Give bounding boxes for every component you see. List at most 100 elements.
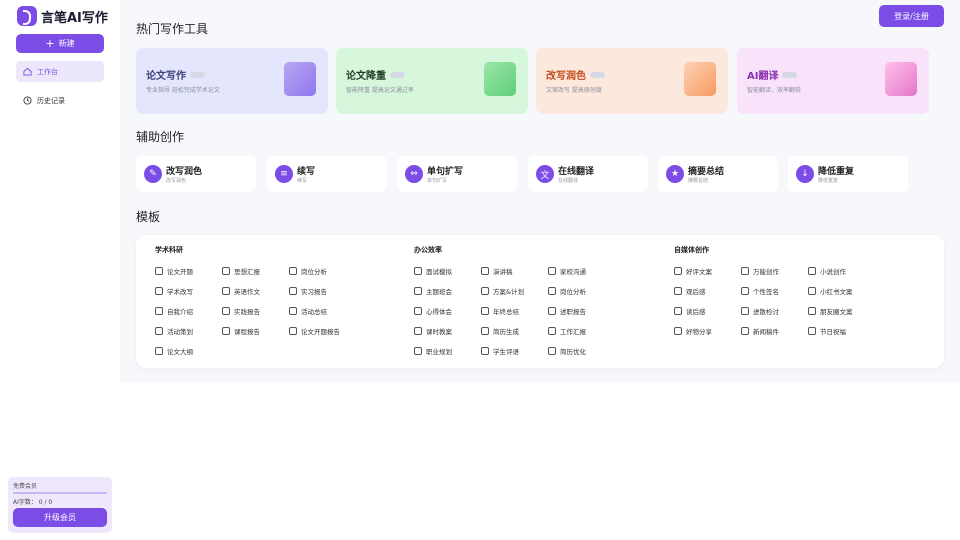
template-item[interactable]: 职业规划 <box>414 345 481 356</box>
template-doc-icon <box>808 266 816 275</box>
template-item[interactable]: 演讲稿 <box>481 265 548 276</box>
sidebar-item-workspace[interactable]: 工作台 <box>16 61 104 82</box>
template-item[interactable]: 自我介绍 <box>155 305 222 316</box>
template-group-media: 自媒体创作 好评文案 万能创作 小说创作 观后感 个性签名 小红书文案 读后感 进散检讨 朋友圈… <box>674 245 875 336</box>
sidebar-item-history[interactable]: 历史记录 <box>16 90 104 111</box>
clock-icon <box>23 96 32 105</box>
template-item[interactable]: 岗位分析 <box>289 265 356 276</box>
template-item[interactable]: 好物分享 <box>674 325 741 336</box>
template-doc-icon <box>289 326 297 335</box>
template-item[interactable]: 述职报告 <box>548 305 615 316</box>
tool-name: 论文降重 <box>346 71 386 82</box>
aux-card-translate[interactable]: 文 在线翻译 在线翻译 <box>528 156 648 192</box>
tool-desc: 专业指导 轻松完成学术论文 <box>146 87 220 94</box>
template-item[interactable]: 读后感 <box>674 305 741 316</box>
template-item-label: 实践报告 <box>234 307 260 316</box>
pencil-doc-icon <box>284 62 316 96</box>
tool-tag <box>390 71 405 78</box>
template-item-label: 课时教案 <box>426 327 452 336</box>
template-grid: 论文开题 思想汇报 岗位分析学术改写 英语作文 实习报告自我介绍 实践报告 活动总结活动策划… <box>155 265 356 356</box>
upgrade-button[interactable]: 升级会员 <box>13 508 107 527</box>
tool-card-paper-writing[interactable]: 论文写作 专业指导 轻松完成学术论文 <box>136 48 328 114</box>
template-item[interactable]: 面试模拟 <box>414 265 481 276</box>
template-doc-icon <box>481 286 489 295</box>
tool-tag <box>782 71 798 78</box>
template-item[interactable]: 活动策划 <box>155 325 222 336</box>
template-item[interactable]: 论文开题报告 <box>289 325 356 336</box>
template-doc-icon <box>808 286 816 295</box>
login-register-button[interactable]: 登录/注册 <box>879 5 944 27</box>
translate-icon: 文 <box>536 165 554 183</box>
template-doc-icon <box>222 266 230 275</box>
template-doc-icon <box>481 326 489 335</box>
template-item-label: 方案&计划 <box>493 287 525 296</box>
template-item[interactable]: 观后感 <box>674 285 741 296</box>
template-item[interactable]: 课程报告 <box>222 325 289 336</box>
template-item[interactable]: 简历生成 <box>481 325 548 336</box>
template-item-label: 述职报告 <box>560 307 586 316</box>
template-item-label: 演讲稿 <box>493 267 513 276</box>
template-item[interactable]: 学生评语 <box>481 345 548 356</box>
template-item[interactable]: 进散检讨 <box>741 305 808 316</box>
template-item[interactable]: 心得体会 <box>414 305 481 316</box>
template-item[interactable]: 论文大纲 <box>155 345 222 356</box>
aux-sub: 改写润色 <box>166 178 187 184</box>
tool-card-plagiarism-reduce[interactable]: 论文降重 智能降重 提高论文通过率 <box>336 48 528 114</box>
template-item[interactable]: 节日祝福 <box>808 325 875 336</box>
template-item[interactable]: 主题班会 <box>414 285 481 296</box>
template-item[interactable]: 学术改写 <box>155 285 222 296</box>
template-doc-icon <box>155 326 163 335</box>
plus-icon: + <box>45 37 55 50</box>
template-item[interactable]: 思想汇报 <box>222 265 289 276</box>
template-item-label: 论文大纲 <box>167 347 193 356</box>
aux-card-expand[interactable]: ⇔ 单句扩写 单句扩写 <box>397 156 517 192</box>
aux-card-dedupe[interactable]: ↓ 降低重复 降低重复 <box>788 156 908 192</box>
aux-card-rewrite[interactable]: ✎ 改写润色 改写润色 <box>136 156 256 192</box>
template-doc-icon <box>155 346 163 355</box>
template-doc-icon <box>289 266 297 275</box>
template-item[interactable]: 工作汇报 <box>548 325 615 336</box>
tool-card-ai-translate[interactable]: AI翻译 智能翻译，效率翻倍 <box>737 48 929 114</box>
aux-card-summary[interactable]: ★ 摘要总结 摘要总结 <box>658 156 778 192</box>
template-doc-icon <box>548 346 556 355</box>
template-doc-icon <box>155 266 163 275</box>
template-item[interactable]: 年终总结 <box>481 305 548 316</box>
template-item-label: 实习报告 <box>301 287 327 296</box>
template-item[interactable]: 个性签名 <box>741 285 808 296</box>
template-group-office: 办公效率 面试模拟 演讲稿 家校沟通 主题班会 方案&计划 岗位分析 心得体会 年终总结 述职报… <box>414 245 615 356</box>
template-doc-icon <box>674 306 682 315</box>
main-content: 登录/注册 热门写作工具 论文写作 专业指导 轻松完成学术论文 论文降重 智能降… <box>120 0 960 382</box>
template-group-title: 学术科研 <box>155 246 183 254</box>
template-item[interactable]: 好评文案 <box>674 265 741 276</box>
template-item-label: 节日祝福 <box>820 327 846 336</box>
template-item[interactable]: 新闻稿件 <box>741 325 808 336</box>
template-item-label: 主题班会 <box>426 287 452 296</box>
template-item[interactable]: 方案&计划 <box>481 285 548 296</box>
new-button[interactable]: + 新建 <box>16 34 104 53</box>
template-item-label: 学术改写 <box>167 287 193 296</box>
template-doc-icon <box>808 306 816 315</box>
template-doc-icon <box>414 266 422 275</box>
edit-doc-icon <box>684 62 716 96</box>
template-item[interactable]: 小红书文案 <box>808 285 875 296</box>
app-logo[interactable]: 言笔AI写作 <box>17 6 108 26</box>
template-item[interactable]: 论文开题 <box>155 265 222 276</box>
template-doc-icon <box>741 286 749 295</box>
template-item[interactable]: 简历优化 <box>548 345 615 356</box>
tool-card-rewrite-polish[interactable]: 改写润色 文案改写 提高原创度 <box>536 48 728 114</box>
aux-name: 单句扩写 <box>427 167 464 177</box>
template-item[interactable]: 家校沟通 <box>548 265 615 276</box>
template-item[interactable]: 小说创作 <box>808 265 875 276</box>
template-item[interactable]: 朋友圈文案 <box>808 305 875 316</box>
translate-icon <box>885 62 917 96</box>
template-item[interactable]: 英语作文 <box>222 285 289 296</box>
template-item-label: 岗位分析 <box>301 267 327 276</box>
aux-sub: 摘要总结 <box>688 178 709 184</box>
template-item[interactable]: 实习报告 <box>289 285 356 296</box>
template-item[interactable]: 岗位分析 <box>548 285 615 296</box>
template-item[interactable]: 课时教案 <box>414 325 481 336</box>
template-item[interactable]: 万能创作 <box>741 265 808 276</box>
aux-card-continue[interactable]: ≡ 续写 续写 <box>267 156 387 192</box>
template-item[interactable]: 实践报告 <box>222 305 289 316</box>
template-item[interactable]: 活动总结 <box>289 305 356 316</box>
